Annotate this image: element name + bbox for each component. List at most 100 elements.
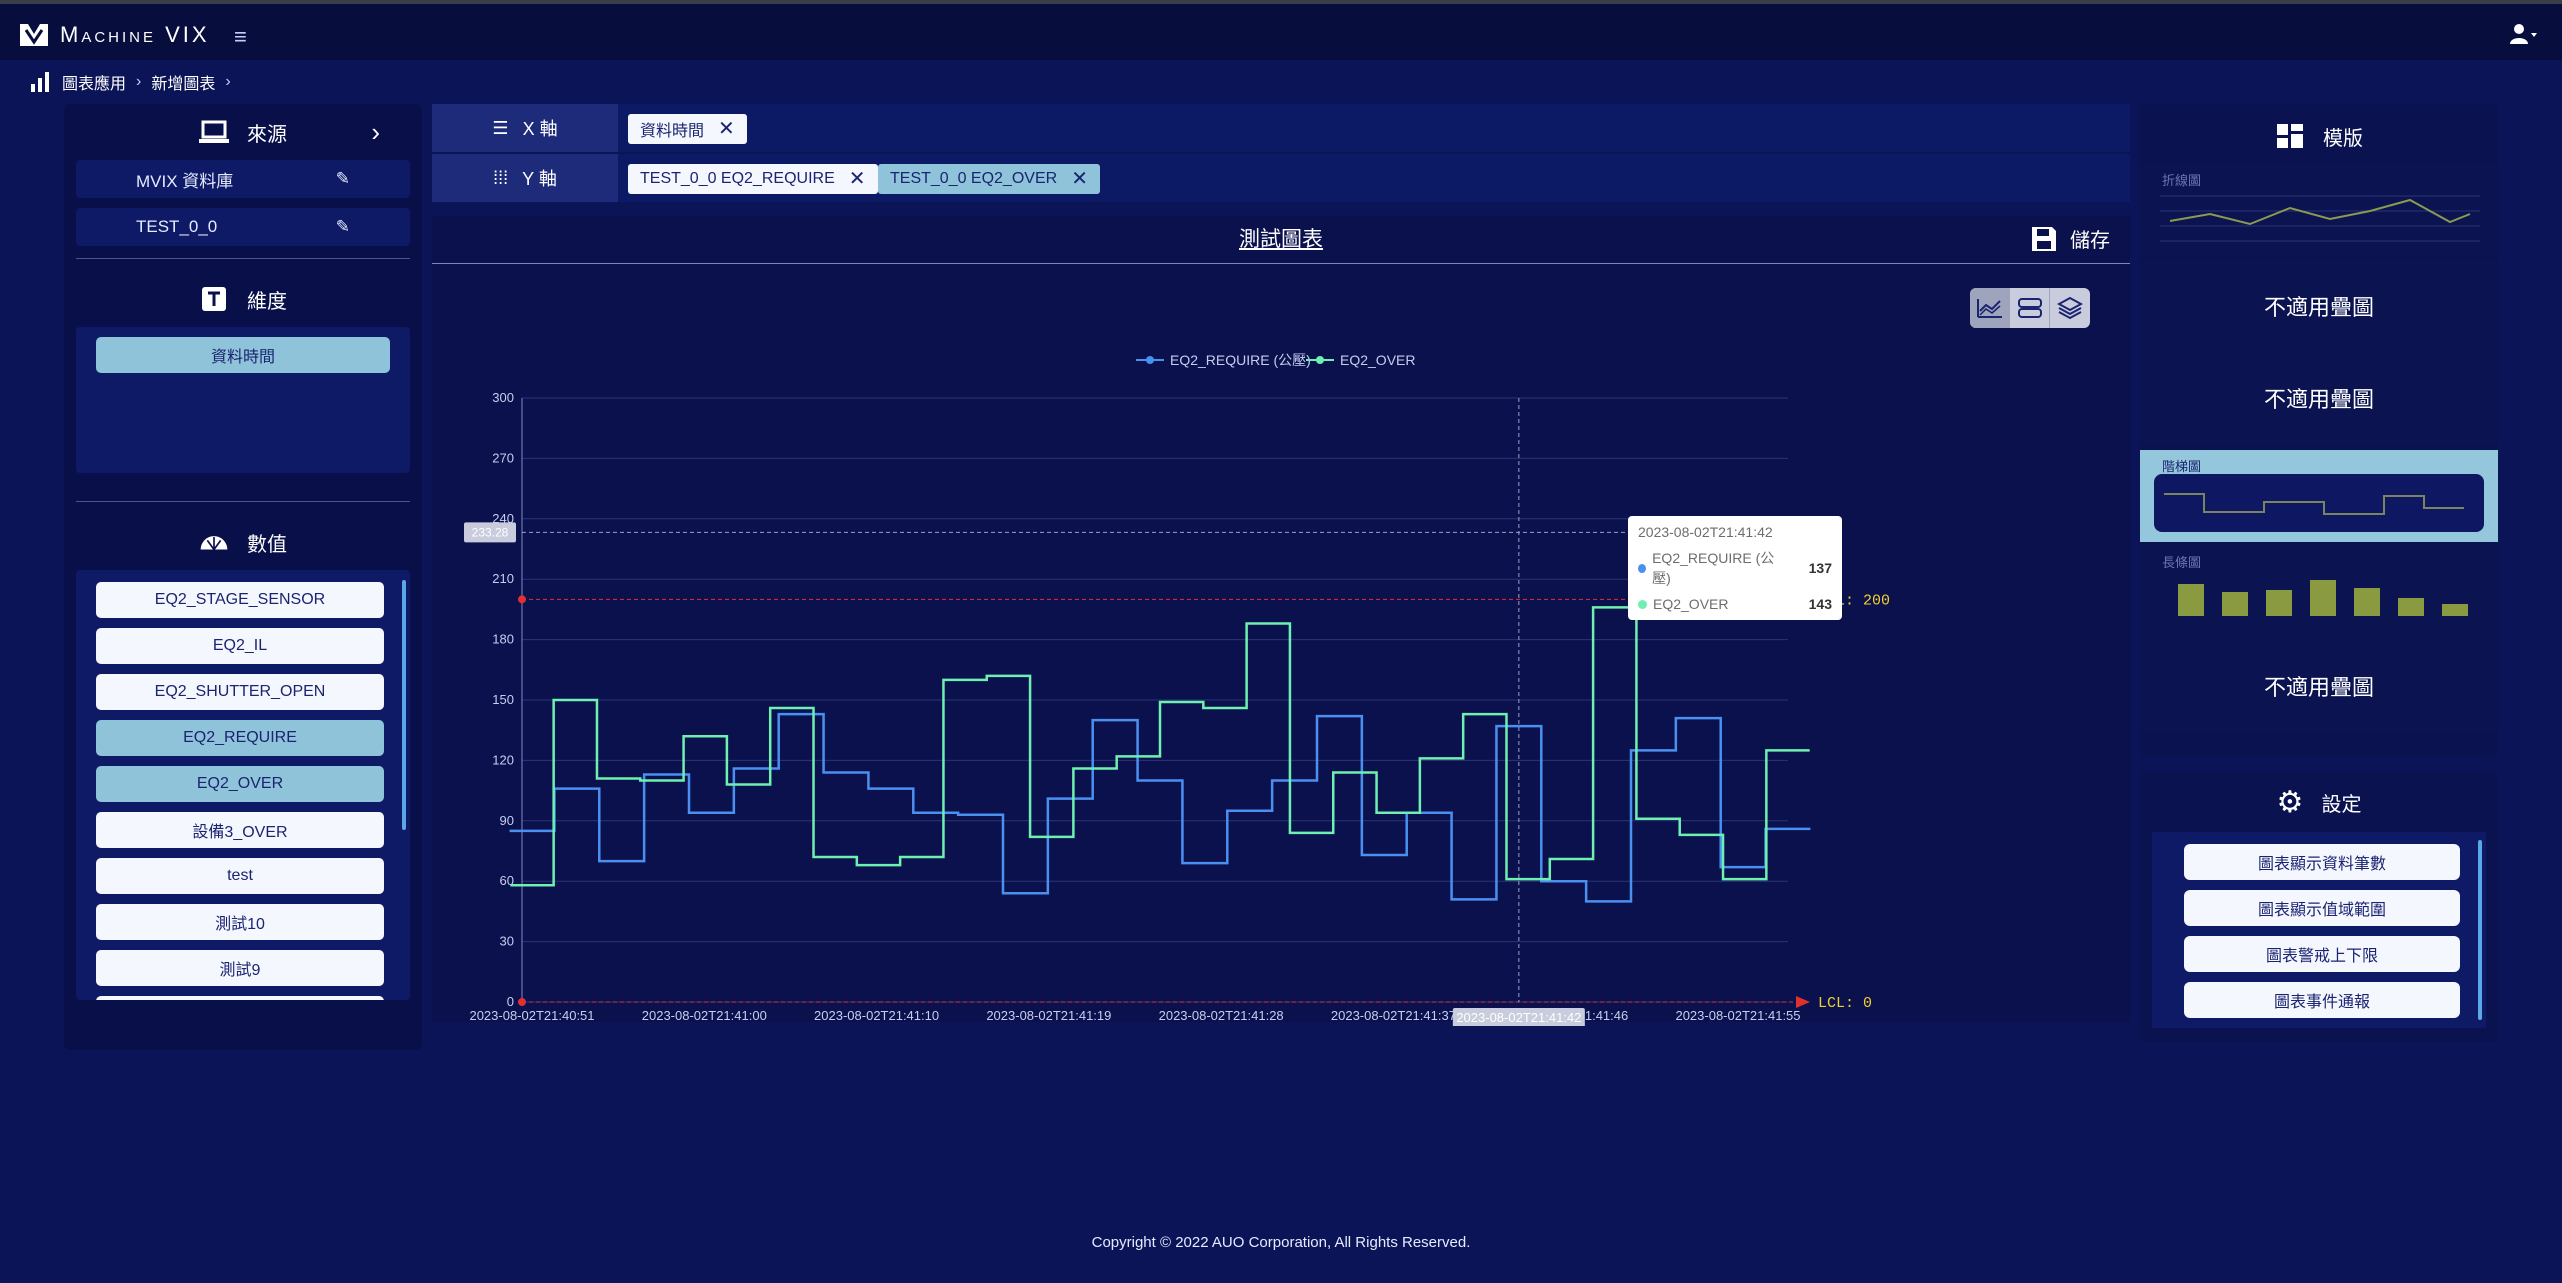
breadcrumb: 圖表應用 › 新增圖表 ›	[30, 70, 231, 94]
lcl-marker	[518, 998, 526, 1006]
x-tick-label: 2023-08-02T21:41:37	[1331, 1008, 1456, 1023]
x-tick-label: 2023-08-02T21:41:19	[986, 1008, 1111, 1023]
columns-icon: ⁞⁞⁞	[493, 167, 509, 188]
y-axis-label: ⁞⁞⁞ Y 軸	[432, 154, 618, 202]
menu-toggle-icon[interactable]: ≡	[234, 24, 247, 50]
grid-icon	[2277, 124, 2303, 148]
value-item[interactable]: EQ2_IL	[96, 628, 384, 664]
gear-icon: ⚙	[2276, 785, 2304, 819]
value-item[interactable]: 測試9	[96, 950, 384, 986]
template-bar[interactable]: 長條圖	[2140, 546, 2498, 638]
laptop-icon	[199, 120, 229, 143]
value-item[interactable]: test	[96, 858, 384, 894]
lcl-label: LCL: 0	[1818, 995, 1872, 1012]
tooltip-value: 143	[1808, 596, 1832, 612]
x-axis-title: X 軸	[522, 119, 558, 139]
step-chart[interactable]: 0306090120150180210240270300EQ2_REQUIRE …	[432, 256, 2130, 1026]
edit-icon[interactable]: ✎	[336, 169, 350, 189]
series-dot-icon	[1638, 599, 1647, 609]
divider	[76, 258, 410, 259]
value-header: 數值	[64, 514, 422, 570]
setting-data-count-button[interactable]: 圖表顯示資料筆數	[2184, 844, 2460, 880]
top-navbar: Machine VIX ≡	[0, 0, 2562, 60]
y-axis-chip[interactable]: TEST_0_0 EQ2_REQUIRE ✕	[628, 164, 878, 194]
x-tick-label: 2023-08-02T21:41:10	[814, 1008, 939, 1023]
setting-event-button[interactable]: 圖表事件通報	[2184, 982, 2460, 1018]
x-axis-row: ☰ X 軸 資料時間 ✕	[432, 104, 2130, 152]
value-item[interactable]	[96, 996, 384, 1000]
save-icon	[2032, 226, 2056, 251]
y-tick-label: 30	[500, 934, 514, 949]
y-axis-title: Y 軸	[522, 169, 557, 189]
value-title: 數值	[247, 533, 287, 556]
template-label: 階梯圖	[2162, 459, 2202, 474]
dimension-item[interactable]: 資料時間	[96, 337, 390, 373]
close-icon[interactable]: ✕	[849, 169, 866, 189]
value-item[interactable]: 設備3_OVER	[96, 812, 384, 848]
source-header: 來源 ›	[64, 104, 422, 160]
x-axis-chip[interactable]: 資料時間 ✕	[628, 114, 747, 144]
template-map: 不適用疊圖	[2140, 640, 2498, 732]
value-item-selected[interactable]: EQ2_REQUIRE	[96, 720, 384, 756]
legend-marker	[1146, 356, 1154, 364]
source-title: 來源	[247, 123, 287, 146]
template-donut: 不適用疊圖	[2140, 352, 2498, 444]
legend-marker	[1316, 356, 1324, 364]
template-line[interactable]: 折線圖	[2140, 164, 2498, 256]
app-logo[interactable]: Machine VIX	[18, 22, 210, 48]
user-icon[interactable]	[2508, 22, 2538, 46]
source-item[interactable]: TEST_0_0 ✎	[76, 208, 410, 246]
logo-icon	[20, 24, 48, 46]
scrollbar[interactable]	[2478, 840, 2482, 1020]
x-axis-label: ☰ X 軸	[432, 104, 618, 152]
dimension-title: 維度	[247, 290, 287, 313]
bar-chart-icon	[31, 72, 49, 92]
bar-thumbnail	[2178, 580, 2468, 616]
save-button[interactable]: 儲存	[2030, 224, 2110, 253]
chevron-right-icon: ›	[136, 73, 142, 90]
value-item[interactable]: EQ2_SHUTTER_OPEN	[96, 674, 384, 710]
y-axis-chip[interactable]: TEST_0_0 EQ2_OVER ✕	[878, 164, 1100, 194]
series-dot-icon	[1638, 563, 1647, 573]
value-item[interactable]: EQ2_STAGE_SENSOR	[96, 582, 384, 618]
dimension-list: 資料時間	[76, 327, 410, 473]
chart-panel: 測試圖表 儲存 0 30 60 90 120 150 180 210 240 270 300 EQ2_…	[432, 216, 2130, 1026]
setting-limit-button[interactable]: 圖表警戒上下限	[2184, 936, 2460, 972]
scrollbar[interactable]	[402, 580, 406, 830]
text-icon	[202, 287, 226, 311]
template-title: 模版	[2323, 127, 2363, 150]
breadcrumb-item[interactable]: 圖表應用	[62, 70, 126, 94]
breadcrumb-item[interactable]: 新增圖表	[151, 70, 215, 94]
setting-range-button[interactable]: 圖表顯示值域範圍	[2184, 890, 2460, 926]
value-item-selected[interactable]: EQ2_OVER	[96, 766, 384, 802]
value-item[interactable]: 測試10	[96, 904, 384, 940]
gauge-icon	[200, 536, 228, 550]
template-panel: 模版 折線圖 不適用疊圖 不適用疊圖 階梯圖 長條圖 不適用疊圖	[2140, 104, 2498, 756]
y-tick-label: 210	[492, 571, 514, 586]
dimension-header: 維度	[64, 271, 422, 327]
source-item[interactable]: MVIX 資料庫 ✎	[76, 160, 410, 198]
chip-label: TEST_0_0 EQ2_REQUIRE	[640, 170, 835, 187]
not-applicable-label: 不適用疊圖	[2263, 675, 2374, 700]
close-icon[interactable]: ✕	[1071, 169, 1088, 189]
tooltip-row: EQ2_OVER 143	[1638, 596, 1832, 612]
settings-header: ⚙ 設定	[2140, 772, 2498, 832]
step-thumbnail	[2154, 474, 2484, 532]
legend-label: EQ2_OVER	[1340, 352, 1415, 368]
close-icon[interactable]: ✕	[718, 119, 735, 139]
highlight-x-label: 2023-08-02T21:41:42	[1456, 1010, 1581, 1025]
tooltip-value: 137	[1808, 560, 1832, 576]
source-item-label: TEST_0_0	[136, 217, 218, 236]
left-panel: 來源 › MVIX 資料庫 ✎ TEST_0_0 ✎ 維度 資料時間 數值 EQ…	[64, 104, 422, 1050]
x-tick-label: 2023-08-02T21:41:00	[642, 1008, 767, 1023]
y-tick-label: 180	[492, 632, 514, 647]
chart-tooltip: 2023-08-02T21:41:42 EQ2_REQUIRE (公壓) 137 …	[1628, 516, 1842, 620]
chevron-right-icon[interactable]: ›	[371, 117, 380, 148]
y-tick-label: 150	[492, 692, 514, 707]
tooltip-time: 2023-08-02T21:41:42	[1638, 524, 1773, 540]
template-step[interactable]: 階梯圖	[2140, 450, 2498, 542]
y-axis-row: ⁞⁞⁞ Y 軸 TEST_0_0 EQ2_REQUIRE ✕ TEST_0_0 …	[432, 154, 2130, 202]
y-tick-label: 0	[507, 994, 514, 1009]
edit-icon[interactable]: ✎	[336, 217, 350, 237]
x-tick-label: 2023-08-02T21:40:51	[469, 1008, 594, 1023]
